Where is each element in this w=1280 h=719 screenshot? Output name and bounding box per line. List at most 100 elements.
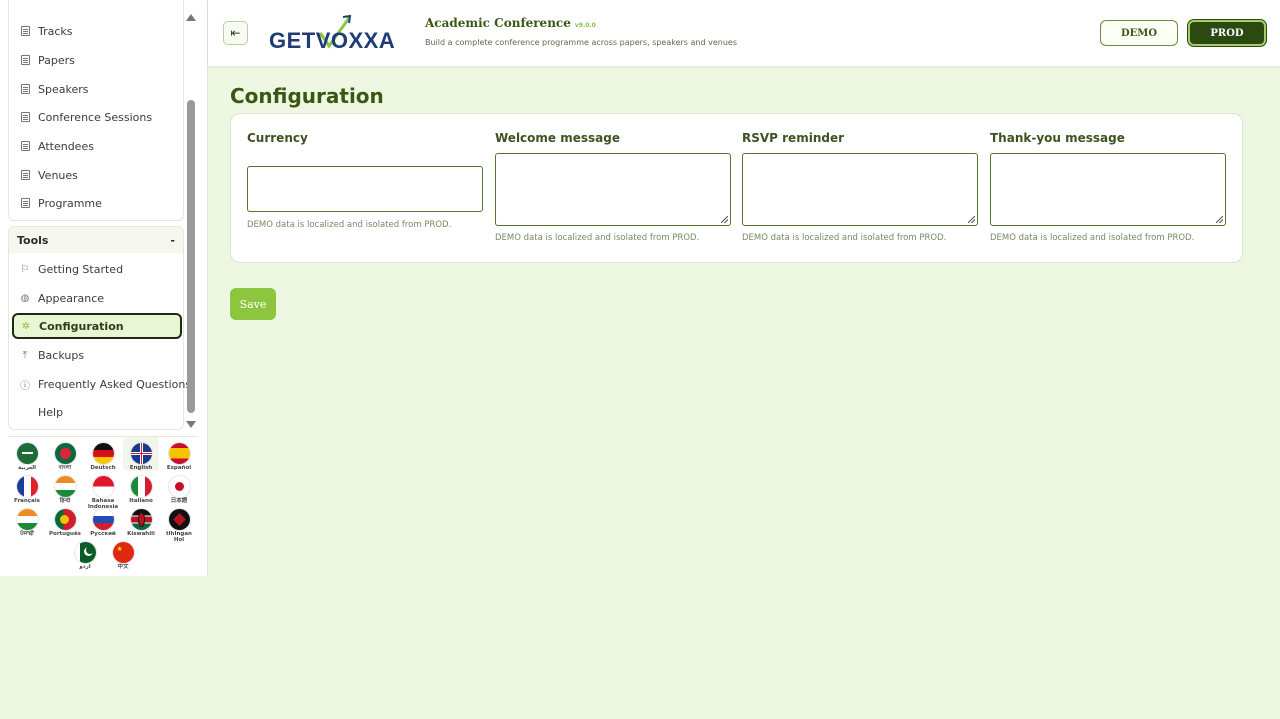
page-title: Configuration [230, 84, 384, 108]
sidebar: Tracks Papers Speakers Conference Sessio… [0, 0, 208, 576]
resize-grip-icon[interactable] [721, 216, 728, 223]
thank-you-message-hint: DEMO data is localized and isolated from… [990, 233, 1195, 243]
language-chinese[interactable]: ★ 中文 [105, 536, 141, 570]
sidebar-nav-list: Tracks Papers Speakers Conference Sessio… [8, 0, 184, 221]
flag-icon: ⚐ [20, 263, 30, 275]
language-hindi[interactable]: हिन्दी [47, 470, 83, 504]
sidebar-item-help[interactable]: Help [19, 402, 63, 422]
china-flag-icon: ★ [112, 542, 134, 563]
app-version: v9.0.0 [574, 22, 596, 29]
help-circle-icon: ⓘ [20, 380, 30, 392]
document-icon [19, 25, 31, 37]
menu-collapse-icon: ⇤ [230, 26, 241, 40]
language-selector: العربية বাংলা Deutsch English Español Fr… [8, 436, 198, 572]
sidebar-item-programme[interactable]: Programme [19, 193, 102, 213]
menu-collapse-button[interactable]: ⇤ [223, 21, 248, 45]
document-icon [19, 111, 31, 123]
scroll-thumb[interactable] [187, 100, 195, 413]
document-icon [19, 140, 31, 152]
language-english[interactable]: English [123, 437, 159, 471]
kenya-flag-icon [130, 509, 152, 530]
document-icon [19, 169, 31, 181]
germany-flag-icon [92, 443, 114, 464]
bangladesh-flag-icon [54, 443, 76, 464]
sidebar-item-label: Programme [38, 196, 102, 210]
welcome-message-label: Welcome message [495, 131, 620, 145]
sidebar-scrollbar[interactable] [185, 14, 197, 428]
sidebar-item-getting-started[interactable]: ⚐ Getting Started [19, 259, 124, 279]
gear-icon: ✲ [21, 320, 31, 332]
sidebar-item-configuration[interactable]: ✲ Configuration [12, 313, 182, 339]
currency-input[interactable] [247, 166, 483, 212]
app-title: Academic Conference v9.0.0 [425, 16, 596, 30]
language-german[interactable]: Deutsch [85, 437, 121, 471]
save-button[interactable]: Save [230, 288, 276, 320]
language-portuguese[interactable]: Português [47, 503, 83, 537]
sidebar-item-appearance[interactable]: ◍ Appearance [19, 288, 104, 308]
india-flag-icon [54, 476, 76, 497]
portugal-flag-icon [54, 509, 76, 530]
spain-flag-icon [168, 443, 190, 464]
collapse-icon[interactable]: - [170, 234, 175, 247]
klingon-flag-icon [168, 509, 190, 530]
language-russian[interactable]: Русский [85, 503, 121, 537]
sidebar-item-faq[interactable]: ⓘ Frequently Asked Questions [19, 374, 191, 394]
welcome-message-textarea[interactable] [495, 153, 731, 226]
tools-section: Tools - ⚐ Getting Started ◍ Appearance ✲ Co… [8, 226, 191, 430]
sidebar-item-conference-sessions[interactable]: Conference Sessions [19, 107, 152, 127]
language-punjabi[interactable]: ਪੰਜਾਬੀ [9, 503, 45, 537]
scroll-down-arrow-icon[interactable] [186, 421, 196, 428]
language-swahili[interactable]: Kiswahili [123, 503, 159, 537]
sidebar-item-tracks[interactable]: Tracks [19, 21, 73, 41]
resize-grip-icon[interactable] [968, 216, 975, 223]
tools-header[interactable]: Tools - [9, 227, 183, 253]
sidebar-item-speakers[interactable]: Speakers [19, 79, 88, 99]
prod-button[interactable]: PROD [1188, 20, 1266, 46]
language-klingon[interactable]: tlhIngan Hol [161, 503, 197, 543]
language-bengali[interactable]: বাংলা [47, 437, 83, 471]
thank-you-message-textarea[interactable] [990, 153, 1226, 226]
sidebar-item-label: Help [38, 405, 64, 419]
sidebar-item-label: Venues [38, 168, 78, 182]
configuration-card: Currency DEMO data is localized and isol… [230, 113, 1243, 263]
sidebar-item-label: Frequently Asked Questions [38, 377, 192, 391]
sidebar-item-label: Configuration [39, 319, 124, 333]
sidebar-item-label: Appearance [38, 291, 105, 305]
currency-label: Currency [247, 131, 308, 145]
pakistan-flag-icon [74, 542, 96, 563]
rsvp-reminder-label: RSVP reminder [742, 131, 845, 145]
scroll-up-arrow-icon[interactable] [186, 14, 196, 21]
sidebar-item-label: Getting Started [38, 262, 124, 276]
sidebar-item-label: Papers [38, 53, 75, 67]
india-flag-icon [16, 509, 38, 530]
resize-grip-icon[interactable] [1216, 216, 1223, 223]
language-french[interactable]: Français [9, 470, 45, 504]
app-subtitle: Build a complete conference programme ac… [425, 38, 737, 47]
currency-hint: DEMO data is localized and isolated from… [247, 220, 452, 230]
rsvp-reminder-textarea[interactable] [742, 153, 978, 226]
language-italian[interactable]: Italiano [123, 470, 159, 504]
indonesia-flag-icon [92, 476, 114, 497]
sidebar-item-label: Attendees [38, 139, 94, 153]
language-urdu[interactable]: اردو [67, 536, 103, 570]
sidebar-item-papers[interactable]: Papers [19, 50, 75, 70]
sidebar-item-attendees[interactable]: Attendees [19, 136, 94, 156]
tools-title: Tools [17, 233, 49, 247]
japan-flag-icon [168, 476, 190, 497]
getvoxxa-logo: GETVOXXA [269, 12, 411, 56]
uk-flag-icon [130, 443, 152, 464]
document-icon [19, 83, 31, 95]
language-arabic[interactable]: العربية [9, 437, 45, 471]
language-spanish[interactable]: Español [161, 437, 197, 471]
france-flag-icon [16, 476, 38, 497]
thank-you-message-label: Thank-you message [990, 131, 1125, 145]
top-header: ⇤ GETVOXXA Academic Conference v9.0.0 Bui… [208, 0, 1280, 66]
sidebar-item-venues[interactable]: Venues [19, 165, 78, 185]
sidebar-item-label: Conference Sessions [38, 110, 153, 124]
sidebar-item-label: Tracks [38, 24, 73, 38]
welcome-message-hint: DEMO data is localized and isolated from… [495, 233, 700, 243]
sidebar-item-backups[interactable]: ⤒ Backups [19, 345, 84, 365]
language-japanese[interactable]: 日本語 [161, 470, 197, 504]
upload-icon: ⤒ [22, 349, 28, 361]
demo-button[interactable]: DEMO [1100, 20, 1178, 46]
